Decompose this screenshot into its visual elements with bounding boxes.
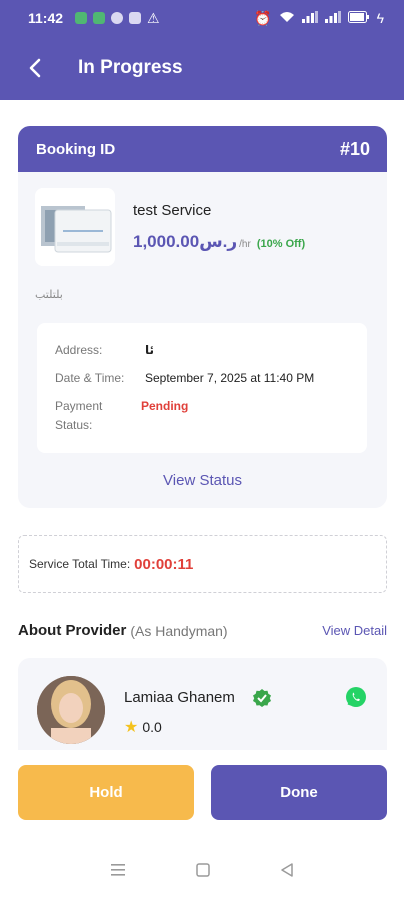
service-name: test Service bbox=[133, 202, 212, 219]
provider-section-title: About Provider bbox=[18, 622, 127, 639]
provider-name: Lamiaa Ghanem bbox=[124, 689, 235, 706]
payment-status-label-line2: Status: bbox=[55, 418, 93, 432]
battery-icon bbox=[347, 10, 370, 26]
hold-button[interactable]: Hold bbox=[18, 765, 194, 820]
payment-status-label-line1: Payment bbox=[55, 399, 103, 413]
image-icon bbox=[129, 12, 142, 24]
payment-status-value: Pending bbox=[141, 399, 189, 413]
provider-card: Lamiaa Ghanem ★ 0.0 bbox=[18, 658, 387, 750]
wifi-icon bbox=[279, 10, 295, 26]
booking-info-box: Address: ئا Date & Time: September 7, 20… bbox=[37, 323, 367, 453]
warning-icon: ⚠ bbox=[147, 9, 160, 26]
verified-badge-icon bbox=[252, 688, 272, 708]
page-title: In Progress bbox=[78, 57, 183, 78]
view-status-link[interactable]: View Status bbox=[18, 472, 387, 489]
timer-value: 00:00:11 bbox=[134, 555, 194, 573]
alarm-icon: ⏰ bbox=[254, 9, 272, 26]
view-detail-link[interactable]: View Detail bbox=[322, 623, 387, 638]
datetime-label: Date & Time: bbox=[55, 371, 125, 385]
service-image bbox=[35, 188, 115, 266]
service-timer: Service Total Time: 00:00:11 bbox=[18, 535, 387, 593]
provider-rating: ★ 0.0 bbox=[124, 717, 162, 737]
globe-icon bbox=[111, 12, 124, 24]
provider-avatar bbox=[37, 676, 105, 744]
back-button[interactable] bbox=[22, 55, 48, 81]
price-unit: /hr bbox=[239, 239, 251, 250]
system-nav-bar bbox=[0, 845, 404, 900]
booking-header: Booking ID #10 bbox=[18, 126, 387, 172]
booking-id-label: Booking ID bbox=[36, 140, 116, 158]
signal-2-icon bbox=[324, 10, 341, 26]
notification-icons: ⚠ bbox=[75, 10, 160, 27]
datetime-value: September 7, 2025 at 11:40 PM bbox=[145, 371, 315, 385]
system-icons: ⏰ ϟ bbox=[254, 10, 384, 27]
booking-id-number: #10 bbox=[339, 138, 370, 159]
provider-role: (As Handyman) bbox=[130, 622, 228, 639]
booking-card: Booking ID #10 test Service 1,000.00ر.س … bbox=[18, 126, 387, 508]
shield-icon bbox=[75, 12, 88, 24]
timer-label: Service Total Time: bbox=[29, 557, 131, 571]
signal-icon bbox=[301, 10, 318, 26]
star-icon: ★ bbox=[124, 719, 139, 736]
done-button[interactable]: Done bbox=[211, 765, 387, 820]
status-bar: 11:42 ⚠ ⏰ ϟ bbox=[0, 0, 404, 36]
provider-section-header: About Provider (As Handyman) View Detail bbox=[18, 622, 387, 639]
whatsapp-icon[interactable] bbox=[345, 686, 367, 708]
rating-value: 0.0 bbox=[142, 719, 162, 735]
back-triangle-icon[interactable] bbox=[280, 863, 294, 882]
address-value: ئا bbox=[145, 343, 155, 357]
booking-description: بلتلتب bbox=[35, 289, 63, 301]
recents-menu-icon[interactable] bbox=[110, 863, 126, 882]
app-icon bbox=[93, 12, 106, 24]
arrow-left-icon bbox=[29, 58, 41, 78]
discount-badge: (10% Off) bbox=[256, 238, 306, 250]
home-square-icon[interactable] bbox=[196, 863, 210, 882]
status-time: 11:42 bbox=[28, 10, 64, 26]
service-price: 1,000.00ر.س bbox=[133, 232, 238, 251]
app-bar: In Progress bbox=[0, 36, 404, 100]
address-label: Address: bbox=[55, 343, 103, 357]
price-row: 1,000.00ر.س /hr (10% Off) bbox=[133, 232, 305, 252]
charging-icon: ϟ bbox=[376, 10, 384, 26]
